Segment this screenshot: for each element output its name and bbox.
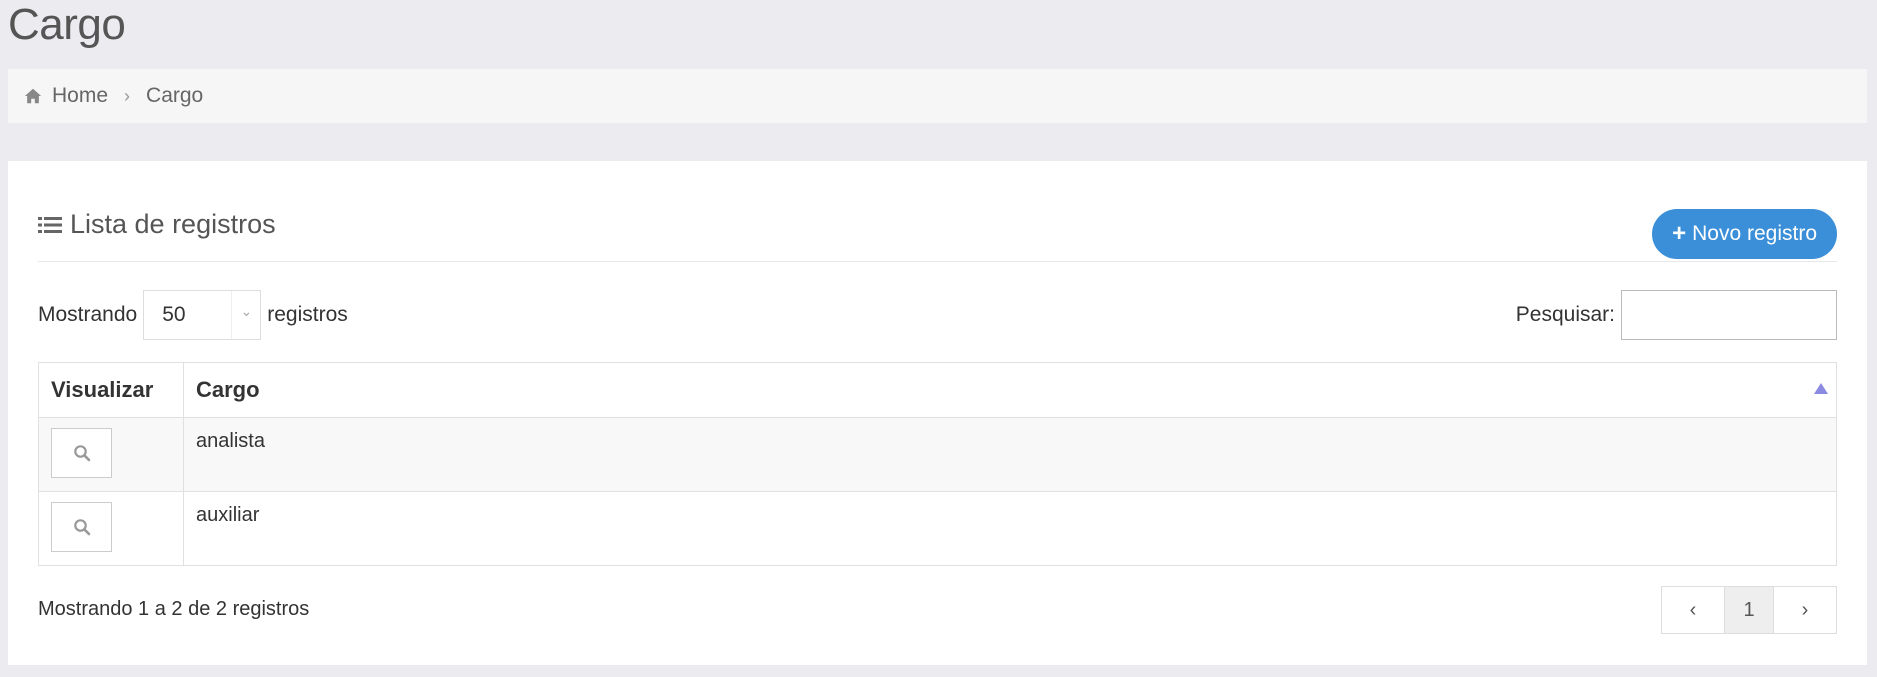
pagination: ‹ 1 › [1661,586,1837,634]
column-header-visualizar[interactable]: Visualizar [38,362,184,418]
home-icon [24,88,42,104]
length-suffix: registros [267,303,348,326]
previous-page-button[interactable]: ‹ [1662,587,1725,633]
view-record-button[interactable] [51,502,112,552]
length-control: Mostrando 50 ⌄ registros [38,289,348,341]
list-icon [38,216,62,233]
search-icon [73,519,90,536]
table-row: auxiliar [38,491,1837,566]
new-record-label: Novo registro [1692,222,1817,245]
page-length-select[interactable]: 50 ⌄ [143,290,262,340]
breadcrumb-current: Cargo [146,84,204,107]
view-cell [38,491,184,566]
search-label: Pesquisar: [1515,303,1615,326]
column-header-cargo-label: Cargo [196,377,260,402]
chevron-down-icon: ⌄ [240,303,253,319]
plus-icon: + [1672,220,1687,247]
panel-title: Lista de registros [38,209,276,240]
table-row: analista [38,417,1837,492]
view-cell [38,417,184,492]
chevron-right-icon: › [1801,598,1809,621]
records-panel: Lista de registros + Novo registro Mostr… [8,161,1867,665]
records-table: Visualizar Cargo analista auxiliar [38,362,1837,566]
page-title: Cargo [8,0,126,49]
breadcrumb-home-link[interactable]: Home [52,84,108,108]
table-header-row: Visualizar Cargo [38,362,1837,418]
page-number-button[interactable]: 1 [1725,587,1774,633]
search-input[interactable] [1621,290,1837,340]
chevron-right-icon: › [124,85,131,106]
view-record-button[interactable] [51,428,112,478]
search-icon [73,445,90,462]
panel-title-text: Lista de registros [70,209,276,239]
cargo-cell: auxiliar [183,491,1837,566]
column-header-cargo[interactable]: Cargo [183,362,1837,418]
search-control: Pesquisar: [1516,289,1837,341]
page-length-value: 50 [162,303,186,326]
select-divider [231,291,233,339]
panel-header: Lista de registros + Novo registro [38,181,1837,262]
next-page-button[interactable]: › [1774,587,1836,633]
breadcrumb: Home › Cargo [8,69,1867,123]
cargo-cell: analista [183,417,1837,492]
chevron-left-icon: ‹ [1689,598,1697,621]
new-record-button[interactable]: + Novo registro [1652,209,1837,259]
length-prefix: Mostrando [38,303,138,326]
sort-asc-icon [1814,383,1828,394]
table-info: Mostrando 1 a 2 de 2 registros [38,598,310,620]
